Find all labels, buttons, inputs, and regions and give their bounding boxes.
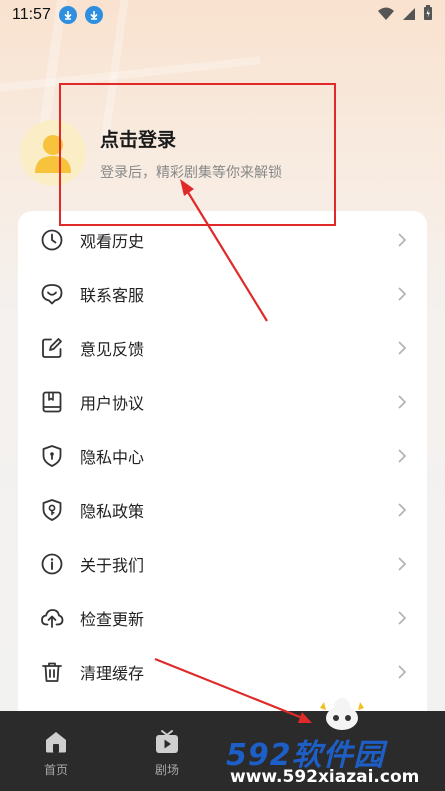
chevron-right-icon (398, 503, 407, 517)
menu-item-privacy-policy[interactable]: 隐私政策 (18, 483, 427, 537)
chevron-right-icon (398, 287, 407, 301)
menu-item-label: 意见反馈 (80, 340, 145, 359)
tv-icon (156, 730, 178, 753)
chat-bubble-icon (41, 284, 63, 305)
menu-item-label: 隐私中心 (80, 448, 145, 467)
menu-item-label: 用户协议 (80, 394, 145, 413)
book-icon (42, 391, 62, 413)
menu-item-feedback[interactable]: 意见反馈 (18, 321, 427, 375)
chevron-right-icon (398, 557, 407, 571)
settings-menu: 观看历史 联系客服 意见反馈 用户协议 隐私中心 隐私政策 关于我们 检查更新 … (18, 211, 427, 731)
signal-icon (402, 6, 416, 25)
cloud-upload-icon (41, 609, 64, 628)
clock-icon (41, 229, 63, 251)
download-icon (58, 6, 77, 24)
menu-item-clear-cache[interactable]: 清理缓存 (18, 645, 427, 699)
battery-icon (423, 5, 433, 25)
login-subtitle: 登录后，精彩剧集等你来解锁 (100, 164, 282, 181)
mascot-icon (320, 698, 364, 730)
tab-label: 剧场 (154, 763, 179, 777)
menu-item-label: 联系客服 (80, 286, 145, 305)
menu-item-about-us[interactable]: 关于我们 (18, 537, 427, 591)
menu-item-label: 关于我们 (80, 556, 145, 575)
watermark-url: www.592xiazai.com (230, 767, 420, 787)
tab-home[interactable]: 首页 (11, 711, 101, 791)
chevron-right-icon (398, 341, 407, 355)
download-icon (84, 6, 103, 24)
menu-item-label: 隐私政策 (80, 502, 145, 521)
wifi-icon (377, 6, 395, 25)
login-section[interactable]: 点击登录 登录后，精彩剧集等你来解锁 (20, 118, 420, 188)
menu-item-check-update[interactable]: 检查更新 (18, 591, 427, 645)
chevron-right-icon (398, 449, 407, 463)
trash-icon (42, 662, 62, 682)
login-title[interactable]: 点击登录 (100, 125, 282, 152)
chevron-right-icon (398, 233, 407, 247)
home-icon (46, 732, 66, 753)
user-icon (35, 135, 71, 173)
chevron-right-icon (398, 395, 407, 409)
status-bar: 11:57 (0, 0, 445, 30)
menu-item-label: 检查更新 (80, 610, 145, 629)
shield-key-icon (42, 499, 62, 521)
avatar[interactable] (20, 120, 86, 186)
tab-theater[interactable]: 剧场 (122, 711, 212, 791)
menu-item-privacy-center[interactable]: 隐私中心 (18, 429, 427, 483)
menu-item-watch-history[interactable]: 观看历史 (18, 213, 427, 267)
chevron-right-icon (398, 611, 407, 625)
watermark-logo: 592软件园 www.592xiazai.com (222, 698, 445, 791)
menu-item-label: 观看历史 (80, 232, 145, 251)
tab-label: 首页 (43, 763, 68, 777)
menu-item-user-agreement[interactable]: 用户协议 (18, 375, 427, 429)
menu-item-label: 清理缓存 (80, 664, 145, 683)
status-time: 11:57 (12, 6, 51, 23)
info-icon (41, 553, 63, 575)
menu-item-customer-service[interactable]: 联系客服 (18, 267, 427, 321)
shield-lock-icon (42, 445, 62, 467)
chevron-right-icon (398, 665, 407, 679)
edit-icon (42, 338, 62, 358)
